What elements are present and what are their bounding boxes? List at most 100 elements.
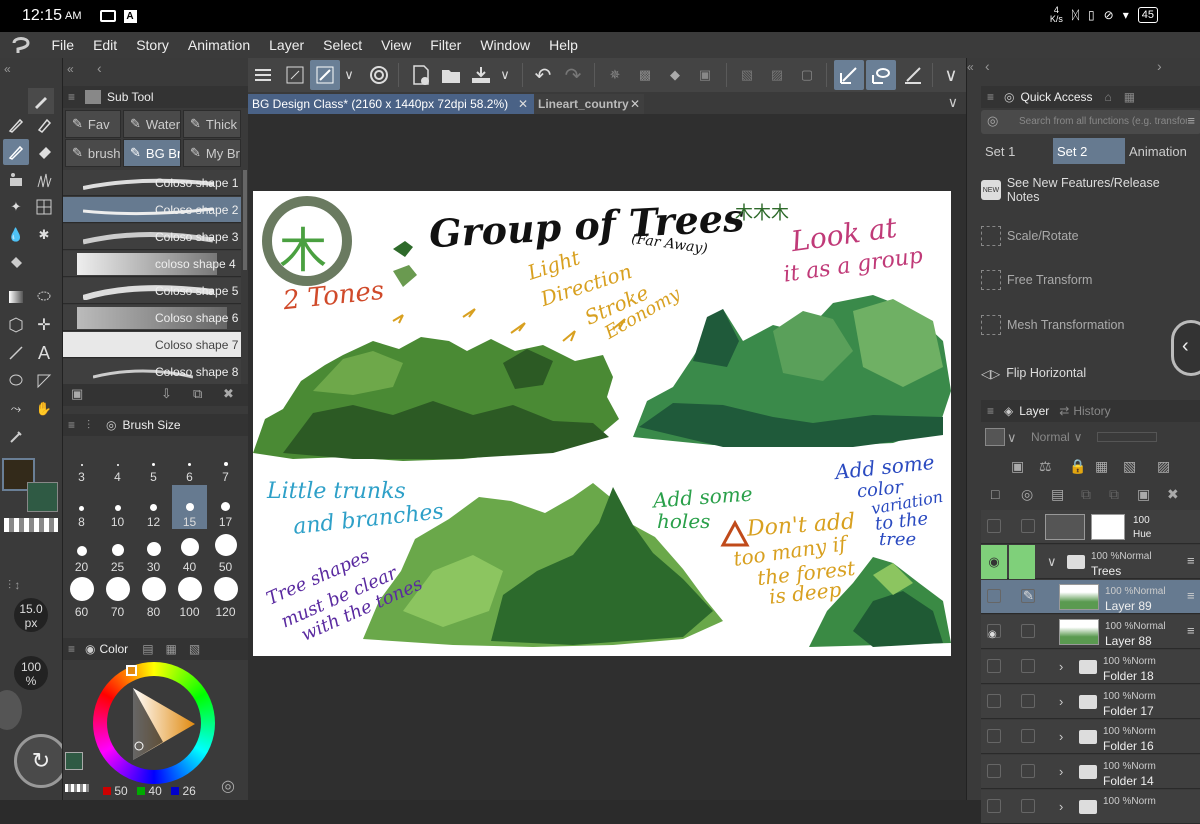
visibility-toggle[interactable]: ◉ [987, 624, 1001, 640]
panel-menu-icon[interactable]: ≡ [68, 90, 75, 104]
brush-tool-icon[interactable] [3, 139, 29, 165]
settings-icon[interactable]: ▣ [71, 386, 83, 402]
grass-tool-icon[interactable] [31, 167, 57, 193]
visibility-toggle[interactable] [987, 519, 1001, 533]
search-menu-icon[interactable]: ≡ [1187, 113, 1195, 128]
marker-tool-icon[interactable] [31, 112, 57, 138]
brush-size-option[interactable]: 80 [136, 575, 171, 619]
clear-icon[interactable]: ✵ [600, 60, 630, 90]
blend-tool-icon[interactable]: 💧 [3, 222, 29, 248]
panel-menu-icon[interactable]: ≡ [68, 642, 75, 656]
correct-line-icon[interactable]: ⤳ [3, 396, 29, 422]
lock-toggle[interactable] [1021, 624, 1035, 638]
panel-menu-icon[interactable]: ≡ [987, 90, 994, 104]
visibility-toggle[interactable] [987, 659, 1001, 673]
layer-menu-icon[interactable]: ≡ [1187, 623, 1195, 638]
mask-off-icon[interactable]: ▨ [1157, 458, 1170, 475]
lock-toggle[interactable] [1021, 764, 1035, 778]
menu-select[interactable]: Select [314, 32, 372, 58]
menu-icon[interactable] [248, 60, 278, 90]
qa-scale-rotate[interactable]: Scale/Rotate [981, 216, 1191, 256]
hand-tool-icon[interactable]: ✋ [31, 396, 57, 422]
list-item[interactable]: Coloso shape 8 [63, 359, 241, 385]
color-triangle[interactable] [119, 684, 199, 764]
collapse-icon[interactable]: « [967, 60, 974, 74]
line-tool-icon[interactable] [3, 340, 29, 366]
apply-mask-icon[interactable]: ▣ [1137, 486, 1150, 503]
layer-opacity-slider[interactable] [1097, 432, 1157, 442]
chevron-down-icon[interactable]: ∨ [1047, 554, 1057, 570]
close-icon[interactable]: ✕ [630, 97, 640, 111]
layer-row[interactable]: ◉ ∨ 100 %Normal Trees ≡ [981, 545, 1200, 579]
qa-free-transform[interactable]: Free Transform [981, 260, 1191, 300]
brush-size-indicator[interactable]: 15.0 px [14, 598, 48, 632]
chevron-right-icon[interactable]: › [1059, 694, 1063, 709]
group-fav[interactable]: ✎ Fav [65, 110, 121, 138]
text-tool-icon[interactable]: A [31, 340, 57, 366]
pencil-tool-icon[interactable] [3, 112, 29, 138]
pen-tool-icon[interactable] [28, 88, 54, 114]
layer-row[interactable]: › 100 %Norm [981, 790, 1200, 824]
set-1-tab[interactable]: Set 1 [981, 138, 1053, 164]
blend-mode-select[interactable]: Normal ∨ [1025, 426, 1089, 448]
transparent-swatch[interactable] [65, 784, 89, 792]
visibility-toggle[interactable] [987, 729, 1001, 743]
balloon-tool-icon[interactable] [3, 368, 29, 394]
list-item[interactable]: Coloso shape 2 [63, 197, 241, 223]
search-input[interactable]: Search from all functions (e.g. transfor… [1019, 116, 1187, 127]
brush-size-option[interactable]: 15 [172, 485, 207, 529]
back-icon[interactable]: ‹ [985, 58, 990, 74]
expand-canvas-icon[interactable] [280, 60, 310, 90]
brush-size-option[interactable]: 4 [100, 440, 135, 484]
invert-selection-icon[interactable]: ▨ [762, 60, 792, 90]
brush-size-option[interactable]: 50 [208, 530, 243, 574]
group-my-brush[interactable]: ✎ My Br [183, 139, 241, 167]
undo-icon[interactable]: ↶ [528, 60, 558, 90]
visibility-toggle[interactable] [987, 589, 1001, 603]
menu-edit[interactable]: Edit [84, 32, 127, 58]
reference-layer-icon[interactable]: ⚖ [1039, 458, 1052, 475]
brush-size-option[interactable]: 3 [64, 440, 99, 484]
menu-window[interactable]: Window [471, 32, 540, 58]
clear-outside-icon[interactable]: ▩ [630, 60, 660, 90]
layer-menu-icon[interactable]: ≡ [1187, 553, 1195, 568]
visibility-toggle[interactable] [987, 799, 1001, 813]
import-icon[interactable]: ⇩ [161, 386, 172, 402]
color-history-icon[interactable]: ▦ [166, 642, 177, 656]
tab-lineart-country[interactable]: Lineart_country ✕ [534, 94, 644, 114]
transform-icon[interactable]: ▣ [690, 60, 720, 90]
new-raster-layer-icon[interactable]: □ [991, 486, 999, 502]
menu-file[interactable]: File [42, 32, 84, 58]
brush-size-option[interactable]: 5 [136, 440, 171, 484]
brush-list-scrollbar[interactable] [243, 170, 247, 270]
deselect-icon[interactable]: ▧ [732, 60, 762, 90]
new-file-icon[interactable] [406, 60, 436, 90]
panel-menu-icon[interactable]: ≡ [68, 418, 75, 432]
menu-animation[interactable]: Animation [178, 32, 259, 58]
lock-toggle[interactable] [1021, 519, 1035, 533]
current-color-swatch[interactable] [65, 752, 83, 770]
list-item[interactable]: coloso shape 4 [63, 251, 241, 277]
stabilizer-icon[interactable] [310, 60, 340, 90]
qa-new-features[interactable]: NEW See New Features/Release Notes [981, 170, 1191, 210]
open-file-icon[interactable] [436, 60, 466, 90]
menu-view[interactable]: View [372, 32, 421, 58]
side-handle-icon[interactable]: ‹ [1171, 320, 1200, 376]
tool-property-icon[interactable]: ⫶ ↕ [8, 578, 20, 593]
grid-tool-icon[interactable] [31, 194, 57, 220]
chevron-right-icon[interactable]: › [1059, 799, 1063, 814]
collapse-left-icon[interactable]: « [4, 62, 11, 76]
clip-studio-logo-icon[interactable] [0, 35, 42, 55]
color-set-icon[interactable]: ▤ [142, 642, 153, 656]
list-item[interactable]: Coloso shape 1 [63, 170, 241, 196]
lock-toggle[interactable] [1021, 694, 1035, 708]
panel-menu-icon[interactable]: ≡ [987, 404, 994, 418]
gradient-tool-icon[interactable] [3, 284, 29, 310]
brush-size-option[interactable]: 10 [100, 485, 135, 529]
list-item[interactable]: Coloso shape 5 [63, 278, 241, 304]
tabs-dropdown-icon[interactable]: ∨ [948, 94, 958, 111]
navigator-tab-icon[interactable]: ▦ [1124, 90, 1135, 104]
visibility-toggle[interactable]: ◉ [981, 545, 1007, 579]
chevron-down-icon[interactable]: ∨ [936, 60, 966, 90]
opacity-indicator[interactable]: 100 % [14, 656, 48, 690]
